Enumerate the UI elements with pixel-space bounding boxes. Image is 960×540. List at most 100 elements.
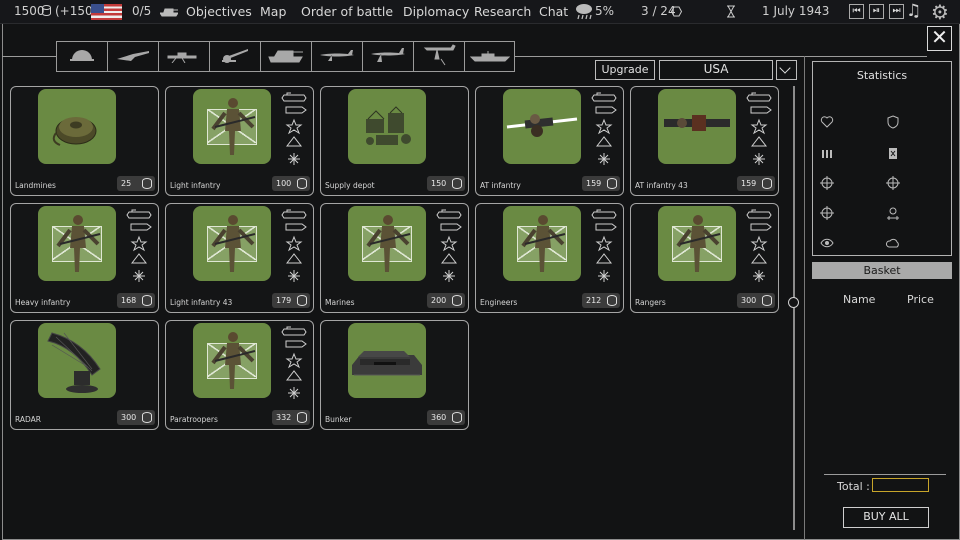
unit-cost: 332 xyxy=(272,410,310,425)
crosshair-air-icon xyxy=(820,205,834,220)
tab-bombers[interactable] xyxy=(362,41,413,72)
unit-card[interactable]: AT infantry 159 xyxy=(475,86,624,196)
unit-portrait xyxy=(38,89,116,164)
basket-header: Basket xyxy=(812,262,952,279)
unit-attribute-icons xyxy=(123,206,155,284)
unit-portrait xyxy=(38,323,116,398)
unit-card[interactable]: Rangers 300 xyxy=(630,203,779,313)
rain-cloud-icon xyxy=(574,3,594,24)
unit-card[interactable]: Heavy infantry 168 xyxy=(10,203,159,313)
coins-icon xyxy=(762,178,772,189)
gear-icon[interactable]: ⚙ xyxy=(931,0,949,24)
unit-portrait xyxy=(348,323,426,398)
coins-icon xyxy=(42,5,51,19)
menu-research[interactable]: Research xyxy=(474,4,531,19)
unit-attribute-icons xyxy=(588,206,620,284)
scrollbar-track[interactable] xyxy=(793,86,795,530)
coins-icon xyxy=(142,295,152,306)
money-amount: 1500 xyxy=(14,4,45,18)
unit-name: Engineers xyxy=(480,298,518,307)
unit-attribute-icons xyxy=(278,206,310,284)
tab-fighters[interactable] xyxy=(311,41,362,72)
unit-name: Heavy infantry xyxy=(15,298,71,307)
helmet-icon xyxy=(69,47,95,67)
scrollbar-thumb[interactable] xyxy=(788,297,799,308)
machine-gun-icon xyxy=(166,47,202,67)
unit-card[interactable]: Supply depot 150 xyxy=(320,86,469,196)
menu-diplomacy[interactable]: Diplomacy xyxy=(403,4,469,19)
buy-all-button[interactable]: BUY ALL xyxy=(843,507,929,528)
panel-divider xyxy=(804,56,805,540)
unit-card[interactable]: Light infantry 100 xyxy=(165,86,314,196)
menu-objectives[interactable]: Objectives xyxy=(186,4,252,19)
unit-count: 0/5 xyxy=(132,4,152,18)
ground-attack-plane-icon xyxy=(421,43,457,71)
bomber-icon xyxy=(369,46,407,68)
unit-card[interactable]: RADAR 300 xyxy=(10,320,159,430)
tab-machine-guns[interactable] xyxy=(158,41,209,72)
unit-name: Light infantry xyxy=(170,181,221,190)
cost-value: 150 xyxy=(431,179,447,188)
country-select[interactable]: USA xyxy=(659,60,773,80)
close-button[interactable]: ✕ xyxy=(927,26,952,51)
skip-forward-icon[interactable]: ⏭ xyxy=(889,4,904,19)
unit-card[interactable]: Engineers 212 xyxy=(475,203,624,313)
tab-rifles[interactable] xyxy=(107,41,158,72)
upgrade-button[interactable]: Upgrade xyxy=(595,60,655,80)
total-label: Total : xyxy=(837,480,870,493)
menu-map[interactable]: Map xyxy=(260,4,286,19)
tab-artillery[interactable] xyxy=(209,41,260,72)
unit-card[interactable]: Light infantry 43 179 xyxy=(165,203,314,313)
play-pause-icon[interactable]: ⏯ xyxy=(869,4,884,19)
unit-card[interactable]: Paratroopers 332 xyxy=(165,320,314,430)
unit-name: AT infantry xyxy=(480,181,521,190)
unit-attribute-icons xyxy=(278,89,310,167)
skip-back-icon[interactable]: ⏮ xyxy=(849,4,864,19)
unit-name: Landmines xyxy=(15,181,56,190)
weather-percent: 5% xyxy=(595,4,615,18)
unit-cost: 212 xyxy=(582,293,620,308)
tab-ships[interactable] xyxy=(464,41,515,72)
tab-divider xyxy=(2,56,56,57)
unit-attribute-icons xyxy=(278,323,310,401)
unit-portrait xyxy=(348,206,426,281)
unit-cost: 159 xyxy=(737,176,775,191)
artillery-icon xyxy=(218,46,252,68)
tab-infantry[interactable] xyxy=(56,41,107,72)
unit-card[interactable]: AT infantry 43 159 xyxy=(630,86,779,196)
unit-name: Light infantry 43 xyxy=(170,298,233,307)
unit-card[interactable]: Landmines 25 xyxy=(10,86,159,196)
unit-name: Marines xyxy=(325,298,355,307)
coins-icon xyxy=(452,412,462,423)
music-icon[interactable]: ♫ xyxy=(906,1,921,21)
coins-icon xyxy=(297,412,307,423)
unit-cost: 179 xyxy=(272,293,310,308)
coins-icon xyxy=(452,295,462,306)
movement-icon xyxy=(886,205,900,220)
menu-order-of-battle[interactable]: Order of battle xyxy=(301,4,393,19)
unit-cost: 150 xyxy=(427,176,465,191)
unit-card[interactable]: Marines 200 xyxy=(320,203,469,313)
tab-tanks[interactable] xyxy=(260,41,311,72)
total-value-field xyxy=(872,478,929,492)
unit-attribute-icons xyxy=(588,89,620,167)
cost-value: 360 xyxy=(431,413,447,422)
coins-icon xyxy=(142,412,152,423)
game-date: 1 July 1943 xyxy=(762,4,830,18)
tab-ground-attack[interactable] xyxy=(413,41,464,72)
usa-flag-icon[interactable] xyxy=(91,4,122,20)
cost-value: 25 xyxy=(121,179,132,188)
tank-icon xyxy=(159,6,179,20)
coins-icon xyxy=(607,295,617,306)
menu-chat[interactable]: Chat xyxy=(539,4,568,19)
statistics-panel: Statistics xyxy=(812,61,952,256)
fuel-icon xyxy=(886,145,900,159)
unit-portrait xyxy=(348,89,426,164)
chevron-down-icon[interactable] xyxy=(776,60,797,80)
unit-cost: 300 xyxy=(737,293,775,308)
top-bar: 1500 (+150) 0/5 Objectives Map Order of … xyxy=(0,0,960,24)
armor-icon xyxy=(886,114,900,129)
coins-icon xyxy=(762,295,772,306)
cost-value: 300 xyxy=(741,296,757,305)
unit-card[interactable]: Bunker 360 xyxy=(320,320,469,430)
